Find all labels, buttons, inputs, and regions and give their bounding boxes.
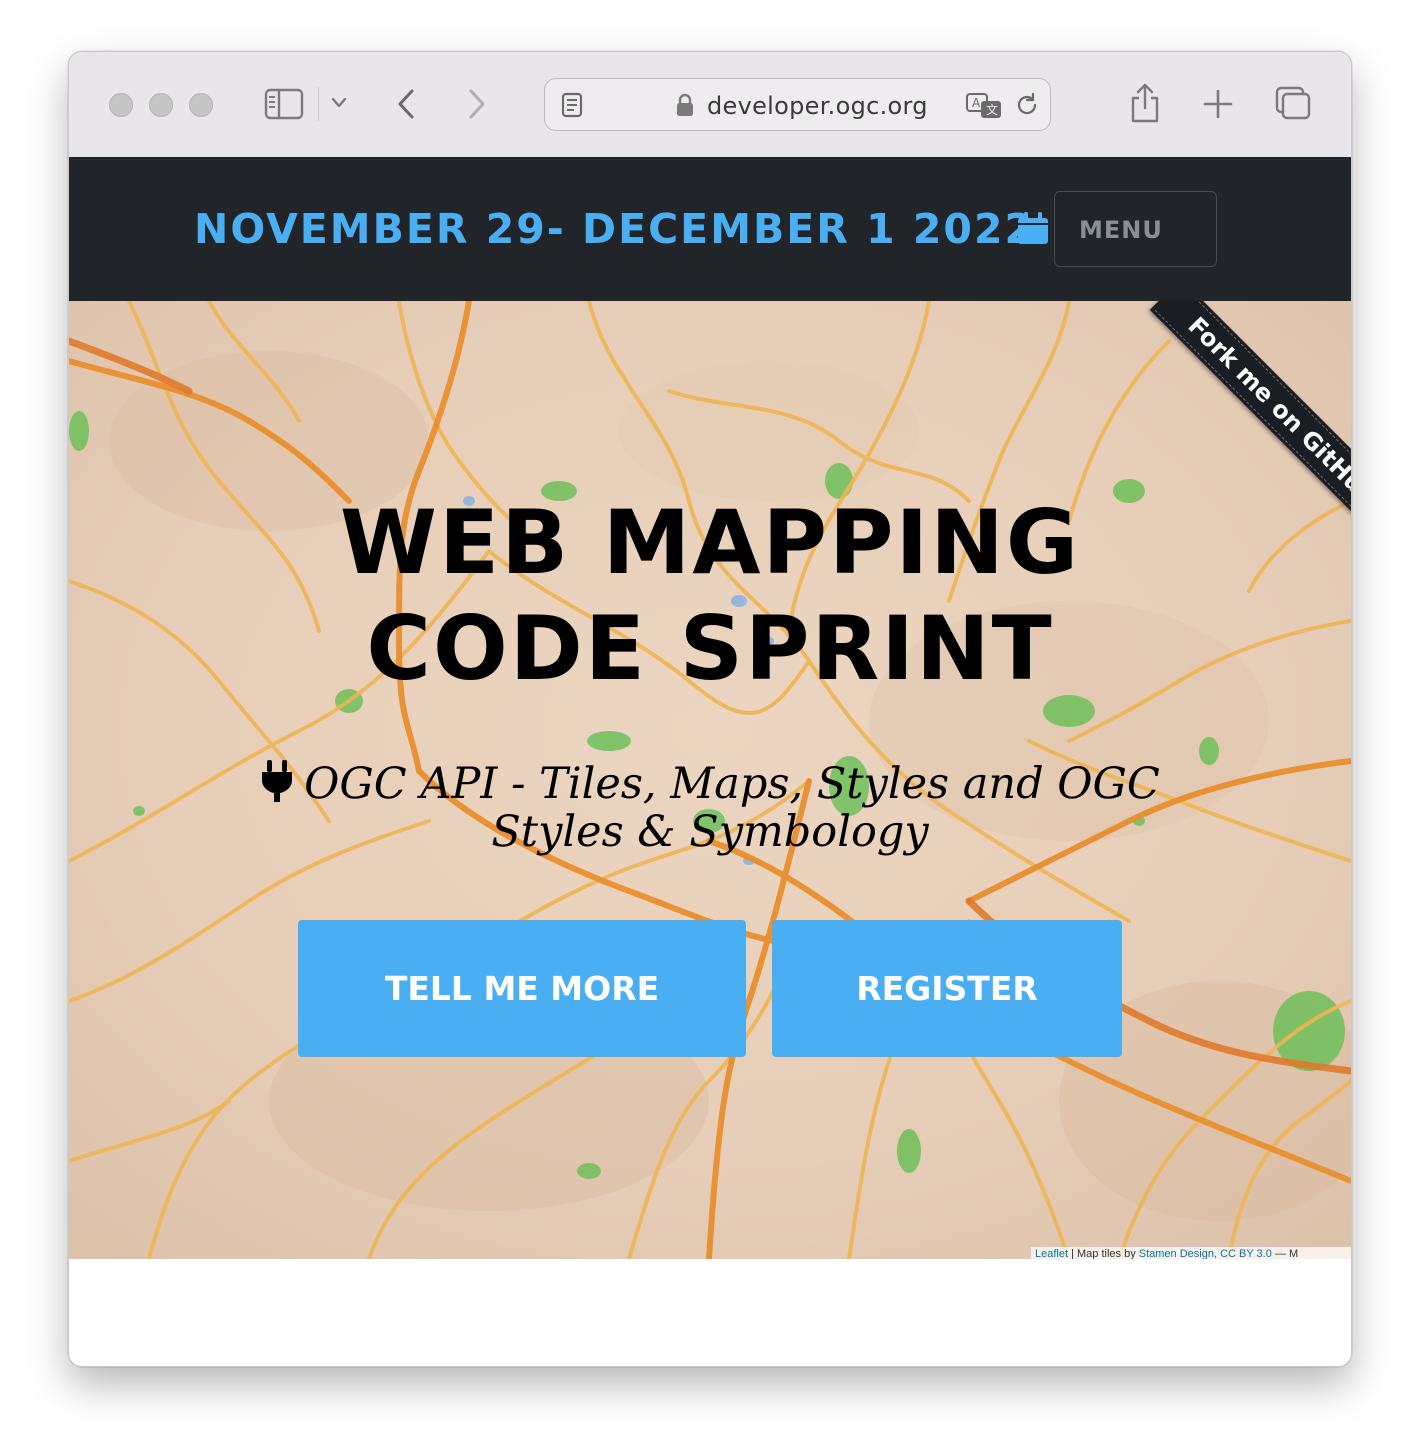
browser-window: developer.ogc.org A 文 NOVEMBER 29- DECEM… — [68, 51, 1352, 1367]
sidebar-icon[interactable] — [264, 88, 304, 120]
hero-subtitle-text: OGC API - Tiles, Maps, Styles and OGC St… — [304, 759, 1160, 857]
leaflet-link[interactable]: Leaflet — [1035, 1248, 1068, 1259]
tell-me-more-button[interactable]: TELL ME MORE — [298, 920, 746, 1057]
menu-label: MENU — [1079, 216, 1163, 244]
event-date[interactable]: NOVEMBER 29- DECEMBER 1 2022 — [194, 205, 1035, 253]
menu-button[interactable]: MENU — [1054, 191, 1217, 267]
forward-icon[interactable] — [466, 88, 488, 120]
translate-icon[interactable]: A 文 — [965, 91, 1005, 121]
close-window-button[interactable] — [109, 93, 133, 117]
back-icon[interactable] — [395, 88, 417, 120]
svg-text:文: 文 — [986, 102, 998, 117]
zoom-window-button[interactable] — [189, 93, 213, 117]
plug-icon — [262, 760, 293, 802]
calendar-icon — [1018, 212, 1048, 244]
hero-subtitle: OGC API - Tiles, Maps, Styles and OGC St… — [229, 760, 1191, 856]
reader-icon[interactable] — [561, 92, 583, 118]
url-text: developer.ogc.org — [707, 92, 928, 120]
address-bar[interactable]: developer.ogc.org A 文 — [544, 78, 1051, 131]
license-link[interactable]: , CC BY 3.0 — [1214, 1248, 1272, 1259]
reload-icon[interactable] — [1014, 92, 1040, 118]
site-navbar: NOVEMBER 29- DECEMBER 1 2022 MENU — [69, 157, 1351, 301]
attribution-separator: | Map tiles by — [1068, 1248, 1139, 1259]
hero-title-line-2: CODE SPRINT — [366, 597, 1054, 700]
minimize-window-button[interactable] — [149, 93, 173, 117]
browser-toolbar: developer.ogc.org A 文 — [69, 52, 1351, 158]
hero-title-line-1: WEB MAPPING — [339, 491, 1081, 594]
tabs-overview-icon[interactable] — [1274, 85, 1312, 121]
new-tab-icon[interactable] — [1203, 89, 1233, 119]
map-attribution: Leaflet | Map tiles by Stamen Design, CC… — [1031, 1247, 1351, 1259]
toolbar-divider — [318, 87, 319, 121]
stamen-link[interactable]: Stamen Design — [1139, 1248, 1214, 1259]
chevron-down-icon[interactable] — [331, 97, 347, 109]
hero-map[interactable]: Fork me on GitHub WEB MAPPING CODE SPRIN… — [69, 301, 1351, 1259]
register-button[interactable]: REGISTER — [772, 920, 1122, 1057]
svg-text:A: A — [972, 96, 981, 110]
share-icon[interactable] — [1127, 82, 1163, 124]
web-page: NOVEMBER 29- DECEMBER 1 2022 MENU Fork m… — [69, 157, 1351, 1366]
attribution-tail: — M — [1271, 1248, 1299, 1259]
lock-icon — [677, 93, 693, 116]
